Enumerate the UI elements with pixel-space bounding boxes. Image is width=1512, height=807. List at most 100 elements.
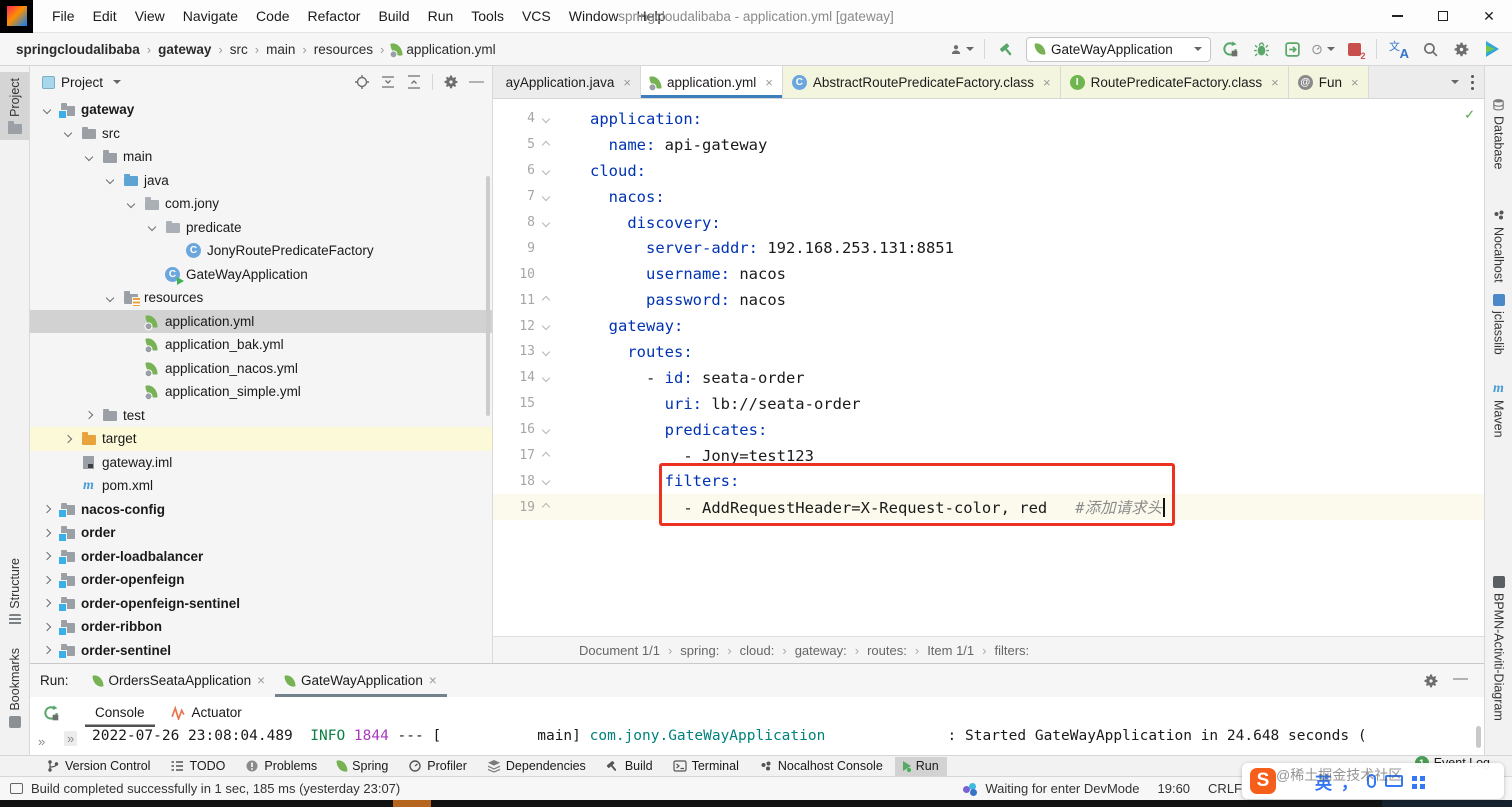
hide-run-panel-icon[interactable]: — (1453, 671, 1468, 689)
editor-tab-ayApplication.java[interactable]: ayApplication.java × (493, 66, 641, 98)
editor-breadcrumb-item[interactable]: Document 1/1 (579, 643, 660, 658)
toolwindow-todo[interactable]: TODO (162, 757, 233, 776)
stripe-nocalhost[interactable]: Nocalhost (1485, 202, 1512, 289)
stop-icon[interactable]: 2 (1342, 37, 1366, 61)
editor-breadcrumb-item[interactable]: cloud: (740, 643, 775, 658)
tree-item-predicate[interactable]: predicate (30, 216, 492, 240)
editor-breadcrumb-item[interactable]: routes: (867, 643, 907, 658)
fold-marker[interactable] (535, 477, 557, 486)
fold-marker[interactable] (535, 218, 557, 227)
settings-gear-icon[interactable] (1449, 37, 1473, 61)
tab-list-chevron-icon[interactable] (1451, 80, 1459, 84)
breadcrumb-item[interactable]: application.yml (389, 41, 497, 58)
view-tab-actuator[interactable]: Actuator (161, 697, 252, 727)
toolwindow-build[interactable]: Build (598, 757, 661, 776)
stripe-maven[interactable]: m Maven (1485, 376, 1512, 444)
fold-marker[interactable] (535, 503, 557, 512)
breadcrumb-item[interactable]: gateway (156, 41, 213, 58)
line-ending[interactable]: CRLF (1208, 781, 1242, 796)
menu-tools[interactable]: Tools (462, 0, 513, 33)
stripe-bookmarks[interactable]: Bookmarks (0, 642, 29, 734)
toolwindow-nocalhost-console[interactable]: Nocalhost Console (751, 757, 891, 776)
caret-position[interactable]: 19:60 (1158, 781, 1191, 796)
tree-item-order-loadbalancer[interactable]: order-loadbalancer (30, 545, 492, 569)
console-fold-icon[interactable]: » (64, 731, 78, 746)
tab-options-kebab-icon[interactable] (1471, 80, 1474, 84)
fold-marker[interactable] (535, 114, 557, 124)
run-tab-OrdersSeataApplication[interactable]: OrdersSeataApplication × (83, 664, 275, 697)
tree-item-pom.xml[interactable]: m pom.xml (30, 474, 492, 498)
breadcrumb-item[interactable]: springcloudalibaba (14, 41, 142, 58)
run-tab-GateWayApplication[interactable]: GateWayApplication × (275, 664, 447, 697)
debug-icon[interactable] (1249, 37, 1273, 61)
fold-marker[interactable] (535, 451, 557, 460)
coverage-icon[interactable] (1280, 37, 1304, 61)
expand-all-icon[interactable] (380, 74, 396, 90)
tree-item-application_nacos.yml[interactable]: application_nacos.yml (30, 357, 492, 381)
fold-marker[interactable] (535, 295, 557, 305)
code-line-8[interactable]: 8 discovery: (493, 210, 1484, 236)
user-account-icon[interactable] (950, 37, 974, 61)
stripe-database[interactable]: Database (1485, 92, 1512, 176)
code-line-9[interactable]: 9 server-addr: 192.168.253.131:8851 (493, 235, 1484, 261)
tree-item-nacos-config[interactable]: nacos-config (30, 498, 492, 522)
tree-item-src[interactable]: src (30, 122, 492, 146)
editor-tab-AbstractRoutePredicateFactory.class[interactable]: C AbstractRoutePredicateFactory.class × (782, 66, 1061, 98)
tree-item-test[interactable]: test (30, 404, 492, 428)
code-line-14[interactable]: 14 - id: seata-order (493, 365, 1484, 391)
code-line-15[interactable]: 15 uri: lb://seata-order (493, 391, 1484, 417)
fold-marker[interactable] (535, 321, 557, 331)
tree-item-order-sentinel[interactable]: order-sentinel (30, 639, 492, 663)
fold-marker[interactable] (535, 347, 557, 357)
menu-run[interactable]: Run (419, 0, 463, 33)
tree-item-order[interactable]: order (30, 521, 492, 545)
close-tab-icon[interactable]: × (623, 75, 631, 90)
tree-item-order-ribbon[interactable]: order-ribbon (30, 615, 492, 639)
tree-item-gateway.iml[interactable]: gateway.iml (30, 451, 492, 475)
tree-item-java[interactable]: java (30, 169, 492, 193)
toolwindow-dependencies[interactable]: Dependencies (479, 757, 594, 776)
code-line-6[interactable]: 6 cloud: (493, 158, 1484, 184)
toolwindow-terminal[interactable]: Terminal (665, 757, 747, 776)
toolwindow-problems[interactable]: Problems (237, 757, 325, 776)
tree-item-application_simple.yml[interactable]: application_simple.yml (30, 380, 492, 404)
console-scrollbar[interactable] (1476, 726, 1481, 748)
tree-item-target[interactable]: target (30, 427, 492, 451)
fold-marker[interactable] (535, 166, 557, 175)
close-tab-icon[interactable]: × (765, 75, 773, 90)
code-line-18[interactable]: 18 filters: (493, 468, 1484, 494)
editor-tab-RoutePredicateFactory.class[interactable]: I RoutePredicateFactory.class × (1060, 66, 1289, 98)
tree-item-application.yml[interactable]: application.yml (30, 309, 492, 333)
tree-item-gateway[interactable]: gateway (30, 98, 492, 122)
search-everywhere-icon[interactable] (1418, 37, 1442, 61)
translate-icon[interactable]: 文A (1387, 37, 1411, 61)
tree-item-GateWayApplication[interactable]: C GateWayApplication (30, 263, 492, 287)
toolwindow-run[interactable]: Run (894, 756, 947, 776)
editor-tab-application.yml[interactable]: application.yml × (641, 66, 783, 98)
code-line-17[interactable]: 17 - Jony=test123 (493, 443, 1484, 469)
toolwindow-profiler[interactable]: Profiler (400, 757, 475, 776)
stripe-bpmn-activiti-diagram[interactable]: BPMN-Activiti-Diagram (1485, 570, 1512, 727)
collapse-all-icon[interactable] (406, 74, 422, 90)
menu-edit[interactable]: Edit (84, 0, 126, 33)
breadcrumb-item[interactable]: resources (312, 41, 375, 58)
menu-view[interactable]: View (126, 0, 174, 33)
breadcrumb-item[interactable]: main (264, 41, 297, 58)
toolwindow-toggle-icon[interactable] (10, 783, 23, 794)
editor-breadcrumb-item[interactable]: filters: (995, 643, 1030, 658)
console-fold-icon[interactable]: » (38, 734, 45, 749)
rerun-application-icon[interactable] (42, 704, 60, 722)
code-line-4[interactable]: 4 application: (493, 106, 1484, 132)
run-settings-gear-icon[interactable] (1423, 673, 1439, 689)
menu-build[interactable]: Build (369, 0, 418, 33)
panel-settings-gear-icon[interactable] (443, 74, 459, 90)
menu-vcs[interactable]: VCS (513, 0, 560, 33)
toolwindow-spring[interactable]: Spring (329, 757, 396, 776)
close-tab-icon[interactable]: × (1043, 75, 1051, 90)
minimize-button[interactable] (1374, 0, 1420, 33)
fold-marker[interactable] (535, 373, 557, 383)
stripe-jclasslib[interactable]: jclasslib (1485, 288, 1512, 361)
tree-item-application_bak.yml[interactable]: application_bak.yml (30, 333, 492, 357)
toolwindow-version-control[interactable]: Version Control (38, 757, 158, 776)
tree-item-main[interactable]: main (30, 145, 492, 169)
